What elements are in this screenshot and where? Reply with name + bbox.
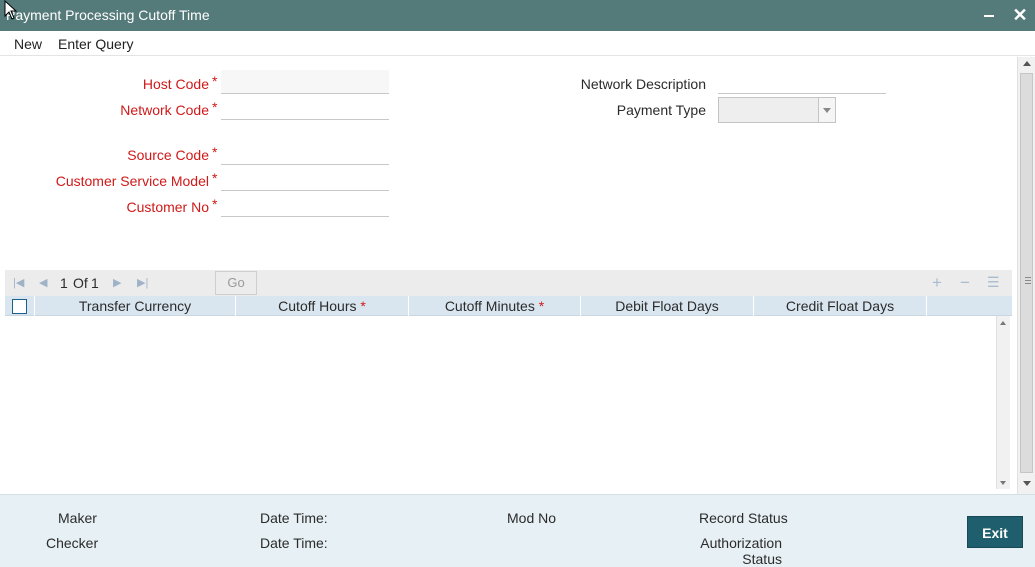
exit-button[interactable]: Exit	[967, 516, 1023, 548]
grid-scrollbar[interactable]	[996, 316, 1010, 489]
checker-date-time-label: Date Time:	[260, 535, 328, 551]
maker-date-time-label: Date Time:	[260, 510, 328, 526]
column-header-cutoff-minutes[interactable]: Cutoff Minutes *	[409, 296, 581, 316]
list-view-icon[interactable]: ☰	[987, 274, 1000, 291]
host-code-label: Host Code	[142, 76, 209, 92]
select-all-cell	[5, 296, 35, 316]
source-code-field[interactable]	[221, 141, 389, 165]
customer-service-model-label: Customer Service Model	[55, 173, 209, 189]
next-page-icon[interactable]: ▶	[113, 277, 125, 289]
network-code-field[interactable]	[221, 96, 389, 120]
network-description-label: Network Description	[580, 76, 706, 92]
scroll-up-icon[interactable]	[1000, 321, 1006, 325]
customer-service-model-field[interactable]	[221, 167, 389, 191]
last-page-icon[interactable]: ▶|	[137, 277, 149, 289]
column-header-credit-float-days[interactable]: Credit Float Days	[754, 296, 927, 316]
required-marker: *	[360, 298, 366, 314]
source-code-label: Source Code	[127, 147, 209, 163]
current-page: 1	[60, 275, 68, 291]
column-header-label: Cutoff Minutes	[444, 298, 535, 314]
grid-toolbar: |◀ ◀ 1 Of 1 ▶ ▶| Go + − ☰	[5, 270, 1012, 296]
grid-header: Transfer Currency Cutoff Hours * Cutoff …	[5, 296, 1012, 316]
first-page-icon[interactable]: |◀	[13, 277, 25, 289]
maker-label: Maker	[58, 510, 97, 526]
authorization-status-label-line1: Authorization	[700, 535, 782, 551]
authorization-status-label-line2: Status	[742, 551, 782, 567]
required-marker: *	[212, 196, 218, 212]
record-status-label: Record Status	[699, 510, 788, 526]
grid-body	[5, 316, 1012, 489]
select-all-checkbox[interactable]	[12, 299, 27, 314]
column-header-label: Transfer Currency	[78, 298, 192, 314]
column-header-transfer-currency[interactable]: Transfer Currency	[35, 296, 236, 316]
required-marker: *	[212, 170, 218, 186]
required-marker: *	[538, 298, 545, 314]
checker-label: Checker	[46, 535, 99, 551]
network-description-field[interactable]	[718, 70, 886, 94]
column-header-label: Cutoff Hours	[278, 298, 357, 314]
host-code-field[interactable]	[221, 70, 389, 94]
pager-of-label: Of	[73, 275, 88, 291]
total-pages: 1	[91, 275, 99, 291]
required-marker: *	[212, 73, 218, 89]
scroll-up-icon[interactable]	[1023, 61, 1031, 66]
required-marker: *	[212, 99, 218, 115]
customer-no-field[interactable]	[221, 193, 389, 217]
menu-bar: New Enter Query	[0, 31, 1035, 56]
customer-no-label: Customer No	[126, 199, 209, 215]
required-marker: *	[212, 144, 218, 160]
mouse-cursor-icon	[4, 0, 18, 20]
scroll-down-icon[interactable]	[1023, 481, 1031, 486]
column-header-cutoff-hours[interactable]: Cutoff Hours *	[236, 296, 409, 316]
form-area: Host Code * Network Code * Source Code *…	[0, 57, 1017, 270]
column-header-debit-float-days[interactable]: Debit Float Days	[581, 296, 754, 316]
payment-type-label: Payment Type	[616, 102, 706, 118]
menu-new[interactable]: New	[14, 36, 42, 52]
window-titlebar: Payment Processing Cutoff Time ✕	[0, 0, 1035, 31]
audit-footer: Maker Checker Date Time: Date Time: Mod …	[0, 494, 1035, 567]
page-scrollbar[interactable]	[1017, 57, 1035, 494]
window-title: Payment Processing Cutoff Time	[6, 7, 210, 23]
menu-enter-query[interactable]: Enter Query	[58, 36, 133, 52]
scroll-down-icon[interactable]	[1000, 481, 1006, 485]
minimize-icon[interactable]	[979, 4, 999, 26]
go-button[interactable]: Go	[215, 271, 257, 295]
close-icon[interactable]: ✕	[1010, 4, 1030, 26]
chevron-down-icon[interactable]	[818, 98, 835, 122]
network-code-label: Network Code	[120, 102, 209, 118]
previous-page-icon[interactable]: ◀	[39, 277, 51, 289]
payment-type-select[interactable]	[718, 97, 836, 123]
column-header-label: Credit Float Days	[785, 298, 895, 314]
scrollbar-thumb[interactable]	[1020, 73, 1033, 473]
delete-row-icon[interactable]: −	[960, 273, 970, 293]
add-row-icon[interactable]: +	[932, 273, 942, 293]
mod-no-label: Mod No	[507, 510, 557, 526]
column-header-label: Debit Float Days	[615, 298, 719, 314]
